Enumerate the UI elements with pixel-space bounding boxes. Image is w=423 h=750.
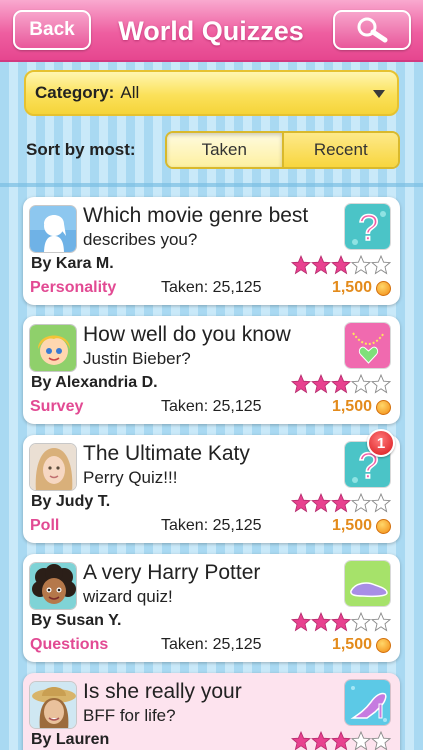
header-bar: Back World Quizzes: [0, 0, 423, 62]
silhouette-avatar: [29, 205, 77, 253]
svg-text:?: ?: [358, 207, 378, 248]
quiz-points: 1,500: [331, 636, 372, 653]
magnifier-icon: [357, 17, 388, 43]
quiz-taken-count: Taken: 25,125: [161, 279, 262, 296]
star-filled-icon: [311, 731, 331, 750]
star-empty-icon: [351, 493, 371, 513]
cartoon-girl-avatar: [29, 324, 77, 372]
sort-segmented-control: Taken Recent: [165, 131, 400, 169]
star-empty-icon: [371, 731, 391, 750]
rating-stars: [291, 255, 391, 275]
star-empty-icon: [371, 374, 391, 394]
quiz-author: By Judy T.: [31, 493, 111, 510]
high-heel-icon: [344, 679, 391, 726]
quiz-card[interactable]: Is she really your BFF for life? By Laur…: [23, 673, 400, 750]
star-filled-icon: [291, 374, 311, 394]
coin-icon: [376, 638, 391, 653]
quiz-points: 1,500: [331, 517, 372, 534]
rating-stars: [291, 731, 391, 750]
star-filled-icon: [331, 612, 351, 632]
quiz-category: Questions: [30, 636, 109, 653]
divider: [0, 183, 423, 187]
notification-badge: 1: [367, 429, 395, 457]
quiz-taken-count: Taken: 25,125: [161, 517, 262, 534]
photo-hat-girl-avatar: [29, 681, 77, 729]
quiz-category: Survey: [30, 398, 84, 415]
search-button[interactable]: [333, 10, 411, 50]
star-empty-icon: [371, 612, 391, 632]
star-filled-icon: [331, 493, 351, 513]
coin-icon: [376, 400, 391, 415]
star-filled-icon: [311, 255, 331, 275]
quiz-title: A very Harry Potter: [83, 561, 261, 584]
quiz-points: 1,500: [331, 398, 372, 415]
quiz-taken-count: Taken: 25,125: [161, 636, 262, 653]
quiz-subtitle: Justin Bieber?: [83, 349, 191, 368]
quiz-author: By Lauren: [31, 731, 110, 748]
quiz-subtitle: describes you?: [83, 230, 198, 249]
quiz-points: 1,500: [331, 279, 372, 296]
quiz-card[interactable]: A very Harry Potter wizard quiz! By Susa…: [23, 554, 400, 662]
star-filled-icon: [311, 374, 331, 394]
sort-recent-button[interactable]: Recent: [281, 133, 398, 167]
quiz-title: Which movie genre best: [83, 204, 309, 227]
star-empty-icon: [351, 255, 371, 275]
page-title: World Quizzes: [118, 16, 304, 46]
star-empty-icon: [351, 612, 371, 632]
star-filled-icon: [291, 731, 311, 750]
quiz-author: By Alexandria D.: [31, 374, 158, 391]
sort-label: Sort by most:: [26, 140, 136, 159]
quiz-subtitle: wizard quiz!: [83, 587, 173, 606]
star-filled-icon: [311, 493, 331, 513]
star-empty-icon: [351, 731, 371, 750]
quiz-card[interactable]: How well do you know Justin Bieber? By A…: [23, 316, 400, 424]
rating-stars: [291, 493, 391, 513]
category-value: All: [120, 83, 140, 102]
heart-necklace-icon: [344, 322, 391, 369]
category-dropdown[interactable]: Category: All: [24, 70, 399, 116]
star-empty-icon: [371, 493, 391, 513]
quiz-author: By Susan Y.: [31, 612, 122, 629]
quiz-card[interactable]: The Ultimate Katy Perry Quiz!!! By Judy …: [23, 429, 400, 543]
star-filled-icon: [311, 612, 331, 632]
star-filled-icon: [291, 493, 311, 513]
rating-stars: [291, 374, 391, 394]
quiz-taken-count: Taken: 25,125: [161, 398, 262, 415]
star-filled-icon: [291, 255, 311, 275]
star-filled-icon: [291, 612, 311, 632]
quiz-card[interactable]: Which movie genre best describes you? By…: [23, 197, 400, 305]
star-filled-icon: [331, 374, 351, 394]
rating-stars: [291, 612, 391, 632]
quiz-title: How well do you know: [83, 323, 291, 346]
sort-taken-button[interactable]: Taken: [167, 133, 282, 167]
coin-icon: [376, 519, 391, 534]
star-filled-icon: [331, 731, 351, 750]
quiz-subtitle: BFF for life?: [83, 706, 176, 725]
quiz-title: The Ultimate Katy: [83, 442, 250, 465]
shoe-icon: [344, 560, 391, 607]
coin-icon: [376, 281, 391, 296]
quiz-category: Poll: [30, 517, 60, 534]
quiz-title: Is she really your: [83, 680, 242, 703]
star-empty-icon: [371, 255, 391, 275]
quiz-author: By Kara M.: [31, 255, 114, 272]
chevron-down-icon: [373, 90, 385, 98]
back-button[interactable]: Back: [13, 10, 91, 50]
question-mark-icon: ?: [344, 203, 391, 250]
quiz-category: Personality: [30, 279, 117, 296]
star-filled-icon: [331, 255, 351, 275]
photo-girl-avatar: [29, 443, 77, 491]
star-empty-icon: [351, 374, 371, 394]
quiz-subtitle: Perry Quiz!!!: [83, 468, 178, 487]
category-label: Category:: [35, 83, 115, 102]
cartoon-curly-girl-avatar: [29, 562, 77, 610]
